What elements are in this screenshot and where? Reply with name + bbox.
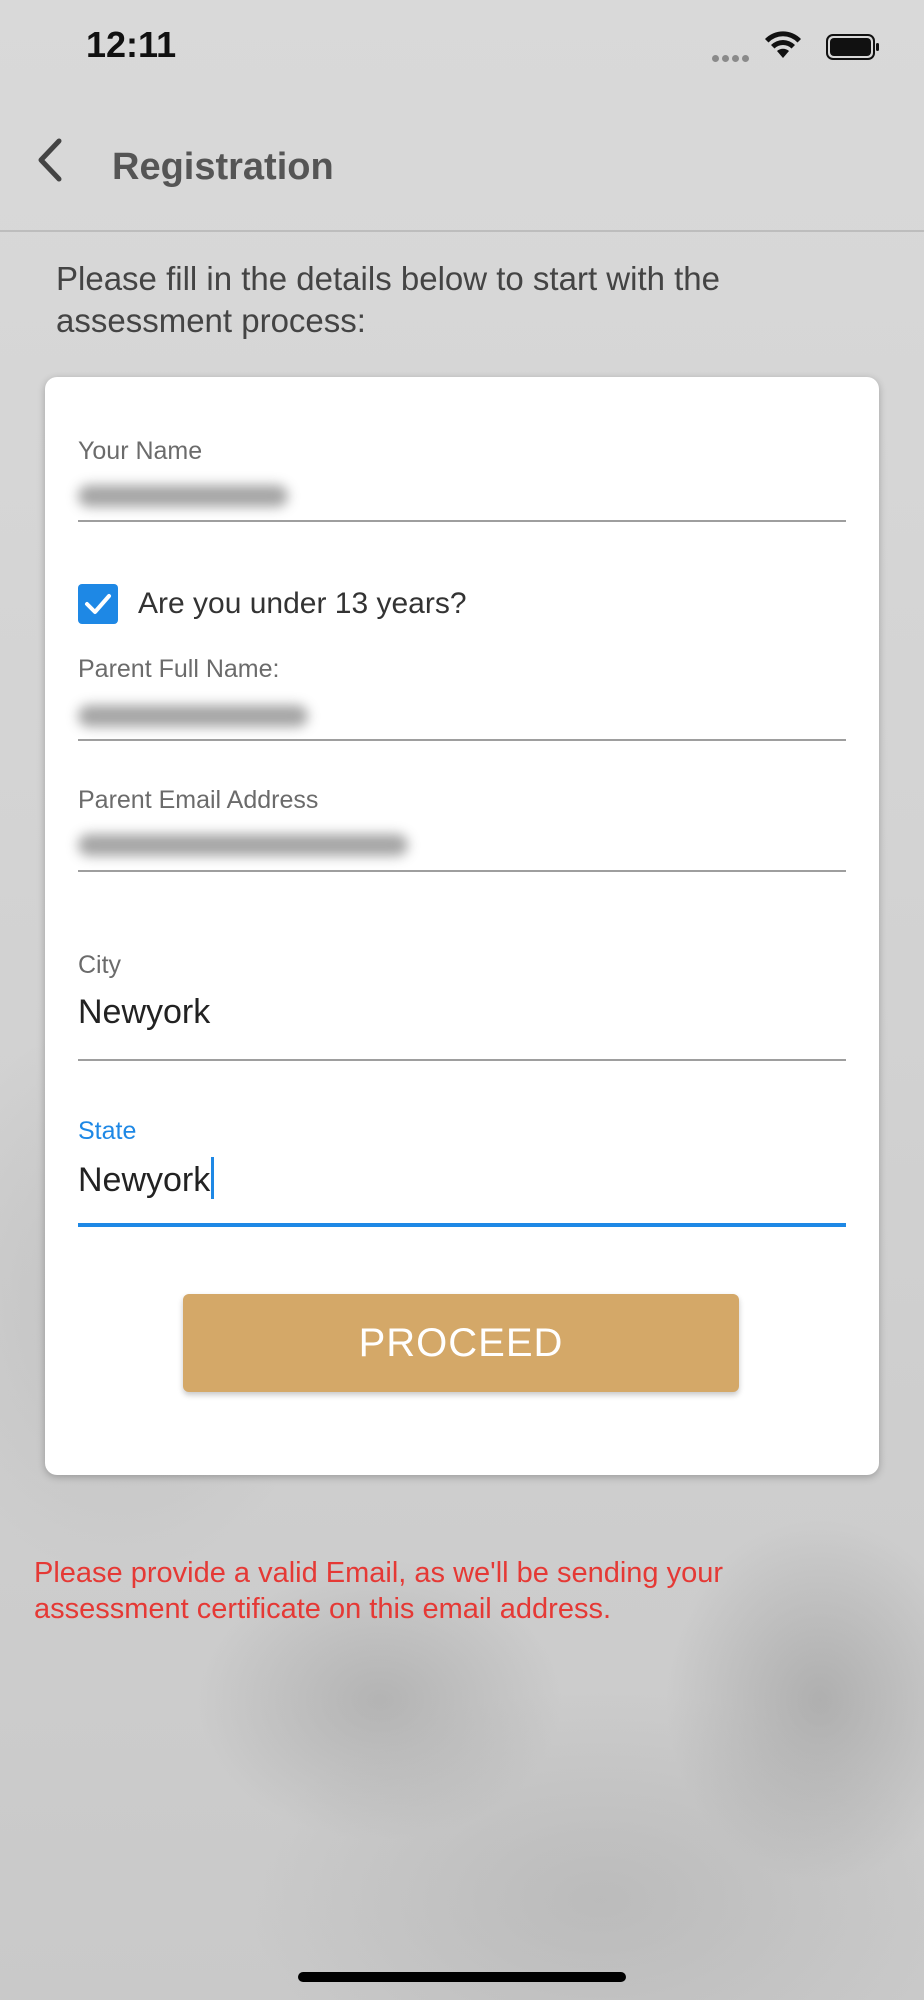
city-input[interactable]: Newyork	[78, 993, 210, 1032]
city-field[interactable]: City Newyork	[78, 951, 846, 1061]
under-13-checkbox[interactable]	[78, 584, 118, 624]
status-time: 12:11	[86, 24, 177, 65]
checkmark-icon	[85, 594, 111, 614]
parent-full-name-field[interactable]: Parent Full Name:	[78, 655, 846, 741]
parent-email-value-redacted	[78, 834, 408, 856]
intro-text: Please fill in the details below to star…	[56, 260, 721, 339]
city-label: City	[78, 951, 122, 979]
back-button[interactable]	[22, 130, 78, 190]
under-13-label: Are you under 13 years?	[138, 587, 467, 620]
battery-icon	[826, 34, 879, 60]
state-input-wrapper[interactable]: Newyork	[78, 1157, 215, 1200]
your-name-field[interactable]: Your Name	[78, 437, 846, 522]
status-bar: 12:11	[0, 0, 924, 96]
navigation-bar: Registration	[0, 96, 924, 232]
parent-email-label: Parent Email Address	[78, 786, 319, 814]
chevron-left-icon	[38, 138, 62, 182]
state-label: State	[78, 1117, 137, 1145]
state-field[interactable]: State Newyork	[78, 1117, 846, 1227]
your-name-value-redacted	[78, 485, 288, 507]
page-title: Registration	[112, 146, 334, 188]
parent-email-field[interactable]: Parent Email Address	[78, 786, 846, 872]
wifi-icon	[765, 31, 801, 58]
under-13-row[interactable]: Are you under 13 years?	[78, 582, 467, 626]
home-indicator[interactable]	[298, 1972, 626, 1982]
parent-full-name-value-redacted	[78, 705, 308, 727]
text-caret	[211, 1157, 215, 1199]
proceed-button[interactable]: PROCEED	[183, 1294, 739, 1392]
your-name-label: Your Name	[78, 437, 203, 465]
registration-form-card: Your Name Are you under 13 years? Parent…	[45, 377, 879, 1475]
cellular-signal-icon	[712, 49, 752, 62]
state-input[interactable]: Newyork	[78, 1161, 210, 1199]
parent-full-name-label: Parent Full Name:	[78, 655, 280, 683]
email-warning-text: Please provide a valid Email, as we'll b…	[34, 1557, 724, 1625]
